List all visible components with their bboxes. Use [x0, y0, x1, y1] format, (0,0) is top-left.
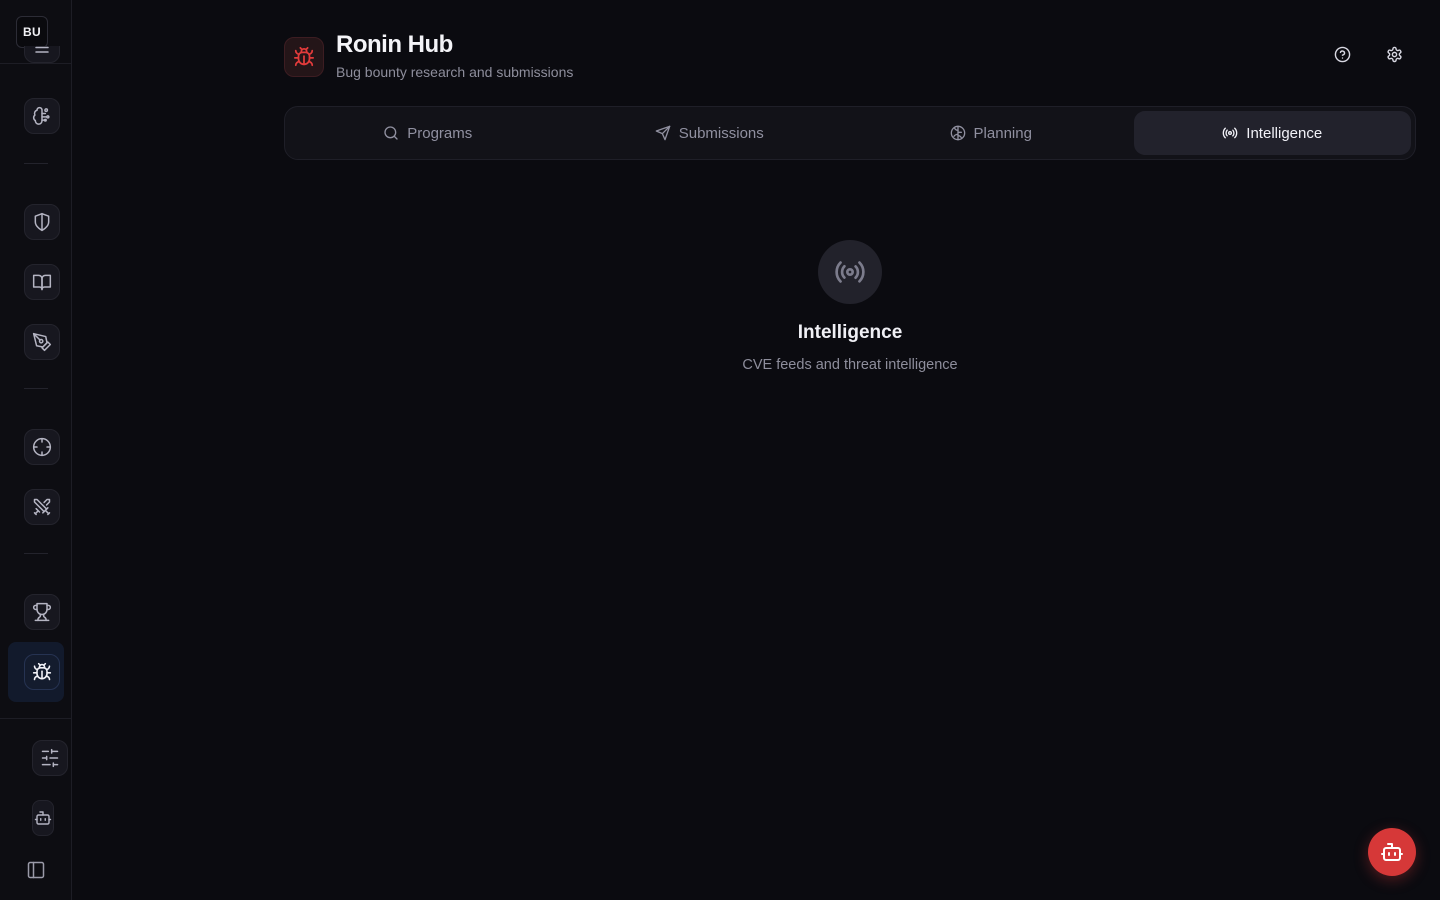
book-open-icon	[32, 274, 52, 291]
bot-icon	[1381, 843, 1403, 861]
sidebar-item-book[interactable]	[24, 264, 60, 300]
page-subtitle: Bug bounty research and submissions	[336, 64, 574, 80]
crosshair-icon	[32, 437, 52, 457]
dashboard-icon	[35, 46, 49, 53]
collapse-sidebar-button[interactable]	[26, 860, 46, 880]
sidebar-item-bot[interactable]	[32, 800, 54, 836]
workspace-badge[interactable]: BU	[16, 16, 48, 48]
search-icon	[384, 126, 398, 140]
trophy-icon	[32, 602, 52, 622]
tab-label: Planning	[973, 124, 1032, 142]
radio-icon	[1222, 127, 1238, 139]
shield-icon	[34, 212, 50, 232]
sidebar-separator	[24, 163, 48, 164]
sidebar-item-brain[interactable]	[24, 98, 60, 134]
sliders-icon	[41, 748, 59, 768]
tab-label: Programs	[407, 124, 473, 142]
tab-label: Submissions	[678, 124, 764, 142]
bot-icon	[34, 811, 52, 825]
radio-icon	[835, 261, 865, 283]
brain-circuit-icon	[32, 106, 50, 125]
sidebar-item-bug-bounty[interactable]	[8, 642, 64, 702]
tab-programs[interactable]: Programs	[289, 111, 567, 155]
sidebar-item-shield[interactable]	[24, 204, 60, 240]
settings-button[interactable]	[1380, 40, 1408, 68]
tab-intelligence[interactable]: Intelligence	[1133, 111, 1411, 155]
panel-left-icon	[27, 861, 45, 879]
sidebar-item-pen[interactable]	[24, 324, 60, 360]
help-button[interactable]	[1328, 40, 1356, 68]
section-title: Intelligence	[797, 322, 903, 343]
sidebar-divider	[0, 718, 71, 719]
pen-tool-icon	[32, 332, 52, 352]
bug-icon	[293, 46, 315, 67]
brain-icon	[950, 125, 965, 141]
help-icon	[1334, 46, 1350, 62]
send-icon	[655, 125, 671, 141]
tab-submissions[interactable]: Submissions	[571, 111, 849, 155]
empty-state-icon	[818, 240, 882, 304]
section-description: CVE feeds and threat intelligence	[742, 357, 958, 373]
page-title: Ronin Hub	[336, 31, 453, 58]
tab-label: Intelligence	[1246, 124, 1323, 142]
sidebar-item-dashboard[interactable]	[24, 46, 60, 63]
app-logo	[284, 37, 324, 77]
tab-bar: Programs Submissions Planning Intelligen…	[284, 106, 1416, 160]
swords-icon	[33, 498, 51, 516]
tab-planning[interactable]: Planning	[852, 111, 1130, 155]
sidebar-separator	[24, 388, 48, 389]
sidebar-item-swords[interactable]	[24, 489, 60, 525]
sidebar: BU	[0, 0, 72, 900]
sidebar-item-crosshair[interactable]	[24, 429, 60, 465]
bug-icon	[32, 662, 52, 681]
sidebar-item-trophy[interactable]	[24, 594, 60, 630]
settings-icon	[1386, 46, 1402, 62]
sidebar-item-sliders[interactable]	[32, 740, 68, 776]
assistant-fab-button[interactable]	[1368, 828, 1416, 876]
sidebar-item-bug-icon-wrap	[24, 654, 60, 690]
sidebar-separator	[24, 553, 48, 554]
sidebar-divider	[0, 63, 71, 64]
